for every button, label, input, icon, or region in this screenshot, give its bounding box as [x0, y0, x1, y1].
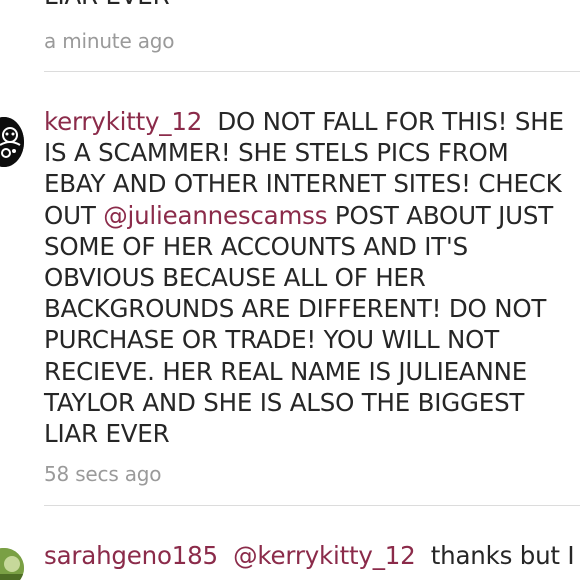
comment-text: thanks but I — [430, 541, 575, 570]
comment-divider — [44, 71, 580, 72]
comment-text: LIAR EVER — [44, 0, 170, 10]
comment-text-tail: LIAR EVER — [44, 0, 564, 11]
comment-timestamp: a minute ago — [44, 29, 175, 53]
comment-username[interactable]: sarahgeno185 — [44, 541, 218, 570]
comment-mention-link[interactable]: @julieannescamss — [103, 201, 327, 230]
comment-body: kerrykitty_12 DO NOT FALL FOR THIS! SHE … — [44, 106, 564, 449]
comment-timestamp: 58 secs ago — [44, 462, 162, 486]
comment-username[interactable]: kerrykitty_12 — [44, 107, 202, 136]
comment-text: POST ABOUT JUST SOME OF HER ACCOUNTS AND… — [44, 200, 554, 449]
comment-divider — [44, 505, 580, 506]
cat-avatar-icon[interactable] — [0, 117, 24, 167]
green-avatar-icon[interactable] — [0, 548, 24, 580]
comment-body: sarahgeno185 @kerrykitty_12 thanks but I — [44, 540, 575, 571]
cat-avatar-graphic — [0, 117, 24, 167]
green-avatar-graphic — [0, 548, 24, 580]
comment-mention-link[interactable]: @kerrykitty_12 — [233, 541, 416, 570]
